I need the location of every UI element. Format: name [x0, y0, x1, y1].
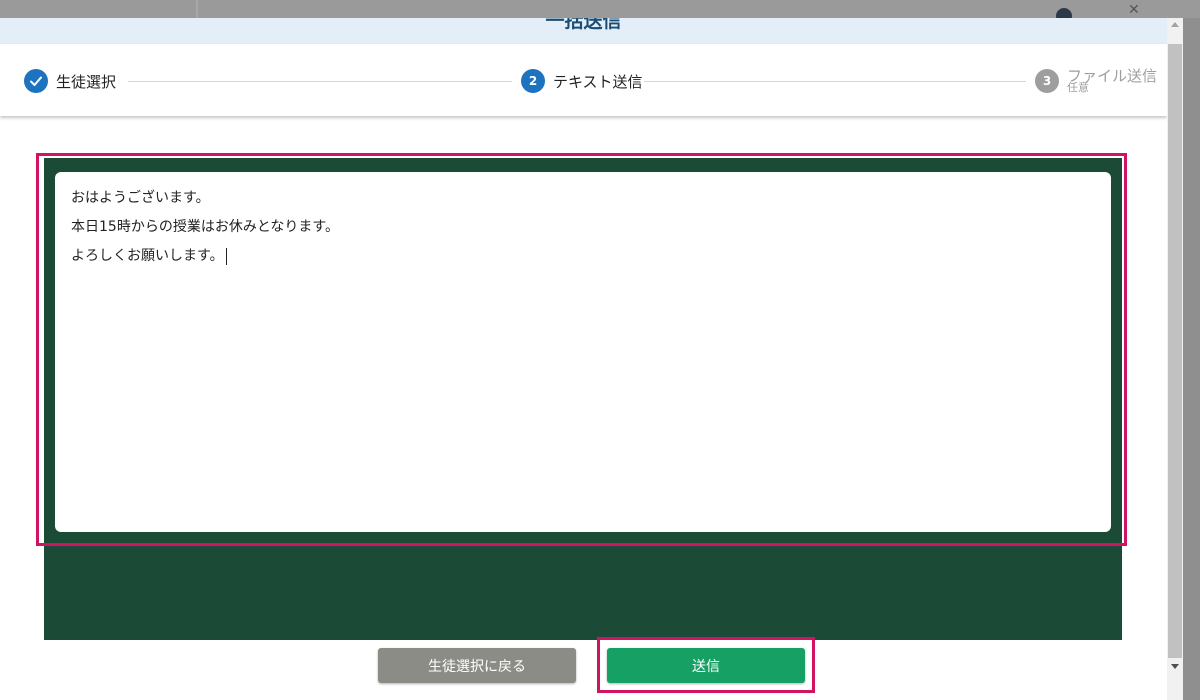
- scroll-thumb[interactable]: [1168, 44, 1182, 658]
- check-icon: [24, 69, 48, 93]
- stepper: 生徒選択 2 テキスト送信 3 ファイル送信 任意: [0, 44, 1167, 116]
- text-caret: [225, 247, 227, 265]
- step-connector: [128, 81, 512, 82]
- step-text-send[interactable]: 2 テキスト送信: [521, 69, 643, 93]
- backdrop-right: [1183, 18, 1200, 700]
- editor-line: 本日15時からの授業はお休みとなります。: [71, 219, 339, 235]
- scroll-up-arrow-icon[interactable]: [1171, 22, 1179, 27]
- send-button[interactable]: 送信: [607, 648, 805, 683]
- message-textarea[interactable]: おはようございます。 本日15時からの授業はお休みとなります。 よろしくお願いし…: [55, 172, 1111, 532]
- editor-line: おはようございます。: [71, 190, 210, 206]
- step-connector: [644, 81, 1026, 82]
- step-file-send[interactable]: 3 ファイル送信 任意: [1035, 69, 1157, 93]
- modal-title: 一括送信: [545, 18, 622, 32]
- vertical-scrollbar[interactable]: [1167, 18, 1183, 700]
- editor-line: よろしくお願いします。: [71, 242, 1095, 271]
- backdrop-close-icon: ✕: [1128, 2, 1140, 18]
- bulk-send-modal: 一括送信 生徒選択 2 テキスト送信 3 ファイル送信 任意 おはようございます…: [0, 18, 1167, 700]
- step-number: 3: [1035, 69, 1059, 93]
- modal-header: 一括送信: [0, 18, 1167, 44]
- step-sublabel: 任意: [1067, 81, 1089, 94]
- step-number: 2: [521, 69, 545, 93]
- step-text: ファイル送信 任意: [1067, 69, 1157, 94]
- editor-frame: おはようございます。 本日15時からの授業はお休みとなります。 よろしくお願いし…: [44, 158, 1122, 658]
- step-label: 生徒選択: [56, 72, 117, 91]
- modal-footer: 生徒選択に戻る 送信: [0, 637, 1167, 700]
- step-label: テキスト送信: [553, 72, 643, 91]
- backdrop-top: ✕: [0, 0, 1200, 24]
- scroll-down-arrow-icon[interactable]: [1171, 664, 1179, 669]
- back-to-student-select-button[interactable]: 生徒選択に戻る: [378, 648, 576, 683]
- step-student-select[interactable]: 生徒選択: [24, 69, 116, 93]
- backdrop-divider: [196, 0, 198, 18]
- editor-line-text: よろしくお願いします。: [71, 248, 224, 264]
